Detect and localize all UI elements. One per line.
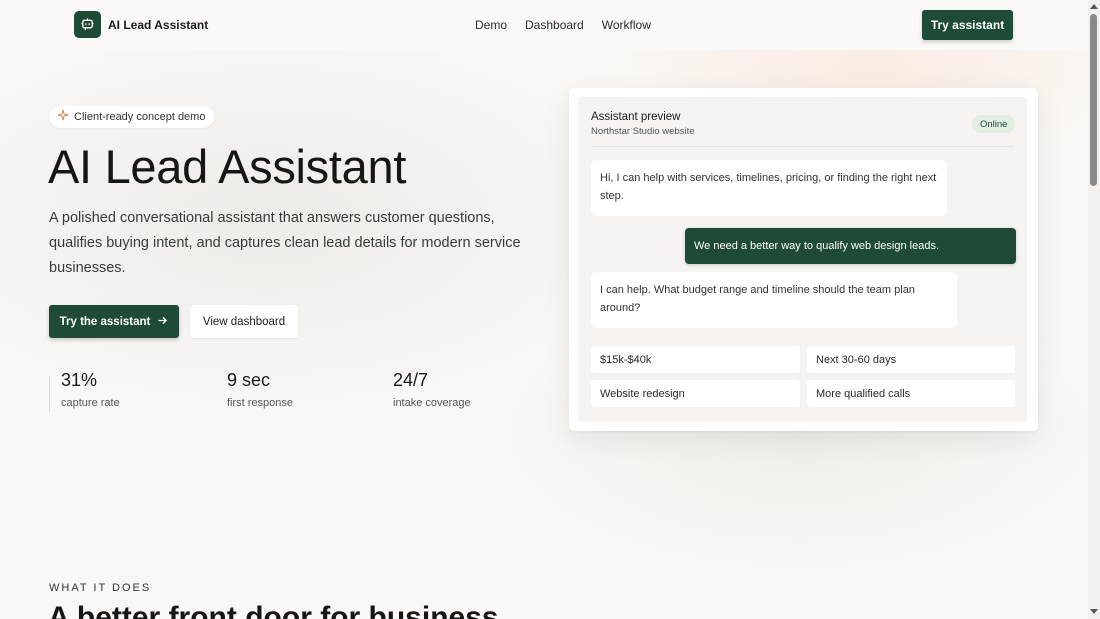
chat-panel: Assistant preview Northstar Studio websi… <box>578 97 1027 422</box>
preview-title: Assistant preview <box>591 111 681 123</box>
section-title: A better front door for business <box>48 601 499 619</box>
section-eyebrow: WHAT IT DOES <box>49 582 152 594</box>
hero-description: A polished conversational assistant that… <box>49 210 521 276</box>
main-nav: Demo Dashboard Workflow <box>475 18 651 32</box>
user-message: We need a better way to qualify web desi… <box>685 228 1016 264</box>
brand-name: AI Lead Assistant <box>108 17 209 32</box>
stat-label: capture rate <box>61 397 120 409</box>
stat-first-response: 9 sec first response <box>227 370 293 409</box>
scroll-down-icon[interactable] <box>1090 609 1098 614</box>
top-nav-bar: AI Lead Assistant Demo Dashboard Workflo… <box>0 0 1088 50</box>
chip-project[interactable]: Website redesign <box>591 380 800 407</box>
try-assistant-button[interactable]: Try assistant <box>922 10 1013 40</box>
assistant-message: Hi, I can help with services, timelines,… <box>591 160 947 216</box>
scroll-thumb[interactable] <box>1090 14 1097 186</box>
stat-label: first response <box>227 397 294 409</box>
assistant-preview-card: Assistant preview Northstar Studio websi… <box>569 88 1038 431</box>
stat-capture-rate: 31% capture rate <box>61 370 120 409</box>
try-the-assistant-button[interactable]: Try the assistant <box>49 305 179 338</box>
stats-row: 31% capture rate 9 sec first response 24… <box>49 370 529 414</box>
pill-label: Client-ready concept demo <box>74 111 206 123</box>
status-badge: Online <box>972 115 1016 133</box>
brand[interactable]: AI Lead Assistant <box>74 11 208 38</box>
page-scrollbar[interactable] <box>1088 0 1100 619</box>
chat-bot-icon <box>74 11 101 38</box>
chip-goal[interactable]: More qualified calls <box>807 380 1015 407</box>
stat-label: intake coverage <box>393 397 471 409</box>
nav-workflow[interactable]: Workflow <box>602 18 651 32</box>
arrow-right-icon <box>157 315 168 329</box>
stat-value: 31% <box>61 370 98 390</box>
stats-divider <box>49 376 50 412</box>
try-the-assistant-label: Try the assistant <box>59 315 151 328</box>
nav-dashboard[interactable]: Dashboard <box>525 18 584 32</box>
stat-value: 24/7 <box>393 370 429 390</box>
preview-subtitle: Northstar Studio website <box>591 126 695 137</box>
chip-budget[interactable]: $15k-$40k <box>591 346 800 373</box>
scroll-up-icon[interactable] <box>1090 4 1098 9</box>
stat-value: 9 sec <box>227 370 271 390</box>
concept-demo-pill: Client-ready concept demo <box>49 106 215 128</box>
preview-divider <box>591 146 1014 147</box>
chip-timeline[interactable]: Next 30-60 days <box>807 346 1015 373</box>
hero-title: AI Lead Assistant <box>48 140 407 193</box>
assistant-message: I can help. What budget range and timeli… <box>591 272 957 328</box>
view-dashboard-button[interactable]: View dashboard <box>190 305 298 338</box>
sparkle-icon <box>57 108 69 126</box>
nav-demo[interactable]: Demo <box>475 18 507 32</box>
stat-intake-coverage: 24/7 intake coverage <box>393 370 471 409</box>
